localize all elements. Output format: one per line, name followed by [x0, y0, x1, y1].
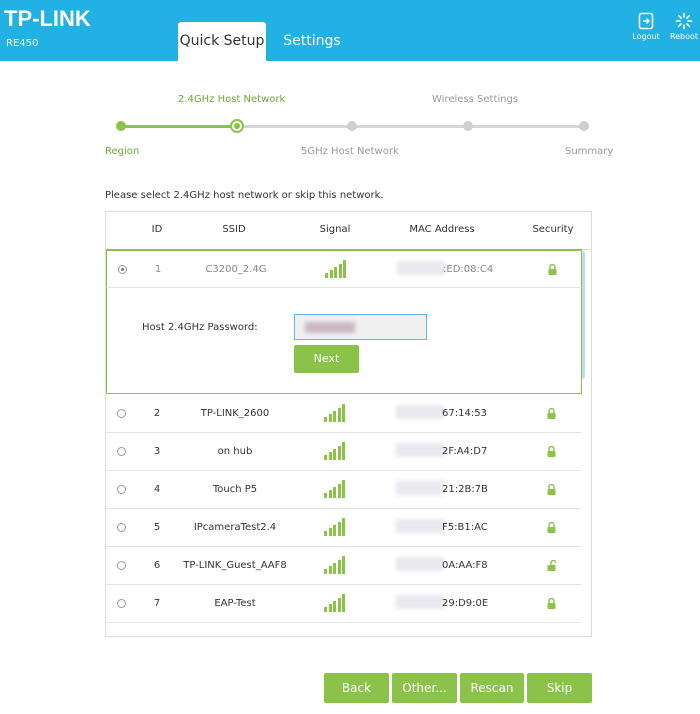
row-mac: 21:2B:7B — [442, 484, 488, 495]
step-label-summary: Summary — [565, 146, 614, 157]
reboot-label: Reboot — [669, 32, 699, 41]
next-button[interactable]: Next — [294, 345, 359, 373]
reboot-button[interactable]: Reboot — [664, 12, 700, 41]
other-button[interactable]: Other... — [392, 673, 457, 703]
instruction-text: Please select 2.4GHz host network or ski… — [105, 190, 384, 201]
row-id: 2 — [153, 408, 161, 419]
table-row[interactable]: 4 Touch P5 21:2B:7B — [106, 471, 581, 509]
row-radio[interactable] — [118, 265, 127, 274]
step-dot-summary — [579, 121, 589, 131]
table-row[interactable]: 7 EAP-Test 29:D9:0E — [106, 585, 581, 623]
row-mac: 29:D9:0E — [442, 598, 489, 609]
row-mac: 2F:A4:D7 — [442, 446, 488, 457]
mac-redacted — [396, 405, 444, 419]
row-ssid: C3200_2.4G — [205, 264, 267, 275]
table-row[interactable]: 2 TP-LINK_2600 67:14:53 — [106, 395, 581, 433]
signal-strength-icon — [324, 556, 346, 574]
row-id: 7 — [153, 598, 161, 609]
header-bar: TP-LINK RE450 Quick Setup Settings Logou… — [0, 0, 700, 61]
col-ssid: SSID — [222, 224, 246, 235]
lock-icon — [547, 598, 556, 609]
table-header: ID SSID Signal MAC Address Security — [106, 212, 591, 250]
network-table: ID SSID Signal MAC Address Security 1 C32… — [105, 211, 592, 637]
back-button[interactable]: Back — [324, 673, 389, 703]
row-mac: 67:14:53 — [442, 408, 487, 419]
skip-button[interactable]: Skip — [527, 673, 592, 703]
step-label-wireless-settings: Wireless Settings — [432, 94, 519, 105]
model-name: RE450 — [6, 38, 39, 49]
signal-strength-icon — [324, 480, 346, 498]
row-ssid: TP-LINK_2600 — [200, 408, 270, 419]
row-mac: :ED:08:C4 — [443, 264, 494, 275]
unlock-icon — [547, 560, 556, 571]
rescan-button[interactable]: Rescan — [460, 673, 524, 703]
step-label-region: Region — [105, 146, 140, 157]
row-radio[interactable] — [117, 599, 126, 608]
step-label-5g-host: 5GHz Host Network — [301, 146, 399, 157]
row-radio[interactable] — [117, 409, 126, 418]
table-row[interactable]: 1 C3200_2.4G :ED:08:C4 — [106, 250, 582, 288]
col-security: Security — [532, 224, 574, 235]
stepper-progress — [121, 125, 237, 128]
mac-redacted — [397, 261, 445, 275]
row-mac: F5:B1:AC — [442, 522, 488, 533]
row-radio[interactable] — [117, 523, 126, 532]
logout-button[interactable]: Logout — [626, 12, 666, 41]
mac-redacted — [396, 481, 444, 495]
row-id: 5 — [153, 522, 161, 533]
logout-icon — [638, 12, 654, 30]
reboot-icon — [675, 12, 693, 30]
signal-strength-icon — [324, 404, 346, 422]
lock-icon — [547, 522, 556, 533]
lock-icon — [547, 484, 556, 495]
row-ssid: TP-LINK_Guest_AAF8 — [183, 560, 287, 571]
mac-redacted — [396, 595, 444, 609]
signal-strength-icon — [324, 518, 346, 536]
logout-label: Logout — [632, 32, 660, 41]
step-dot-2g-host — [230, 119, 244, 133]
step-dot-region — [116, 121, 126, 131]
table-row[interactable]: 6 TP-LINK_Guest_AAF8 0A:AA:F8 — [106, 547, 581, 585]
lock-icon — [547, 408, 556, 419]
app-root: TP-LINK RE450 Quick Setup Settings Logou… — [0, 0, 700, 714]
row-radio[interactable] — [117, 447, 126, 456]
password-label: Host 2.4GHz Password: — [142, 322, 258, 333]
table-row[interactable]: 5 IPcameraTest2.4 F5:B1:AC — [106, 509, 581, 547]
row-id: 1 — [154, 264, 162, 275]
signal-strength-icon — [324, 442, 346, 460]
col-id: ID — [151, 224, 163, 235]
col-signal: Signal — [319, 224, 351, 235]
lock-icon — [548, 264, 557, 275]
row-mac: 0A:AA:F8 — [442, 560, 488, 571]
row-ssid: Touch P5 — [212, 484, 258, 495]
col-mac: MAC Address — [409, 224, 475, 235]
row-ssid: on hub — [217, 446, 253, 457]
row-ssid: EAP-Test — [214, 598, 256, 609]
tab-quick-setup[interactable]: Quick Setup — [178, 22, 266, 61]
signal-strength-icon — [324, 594, 346, 612]
row-id: 4 — [153, 484, 161, 495]
row-ssid: IPcameraTest2.4 — [193, 522, 277, 533]
row-id: 3 — [153, 446, 161, 457]
row-radio[interactable] — [117, 485, 126, 494]
mac-redacted — [396, 443, 444, 457]
lock-icon — [547, 446, 556, 457]
mac-redacted — [396, 557, 444, 571]
step-dot-wireless-settings — [463, 121, 473, 131]
tab-settings[interactable]: Settings — [280, 22, 344, 61]
step-label-2g-host: 2.4GHz Host Network — [178, 94, 286, 105]
table-row[interactable]: 3 on hub 2F:A4:D7 — [106, 433, 581, 471]
row-radio[interactable] — [117, 561, 126, 570]
signal-strength-icon — [325, 260, 347, 278]
brand-logo: TP-LINK — [4, 6, 91, 31]
row-id: 6 — [153, 560, 161, 571]
password-input[interactable] — [294, 314, 427, 340]
step-dot-5g-host — [347, 121, 357, 131]
mac-redacted — [396, 519, 444, 533]
